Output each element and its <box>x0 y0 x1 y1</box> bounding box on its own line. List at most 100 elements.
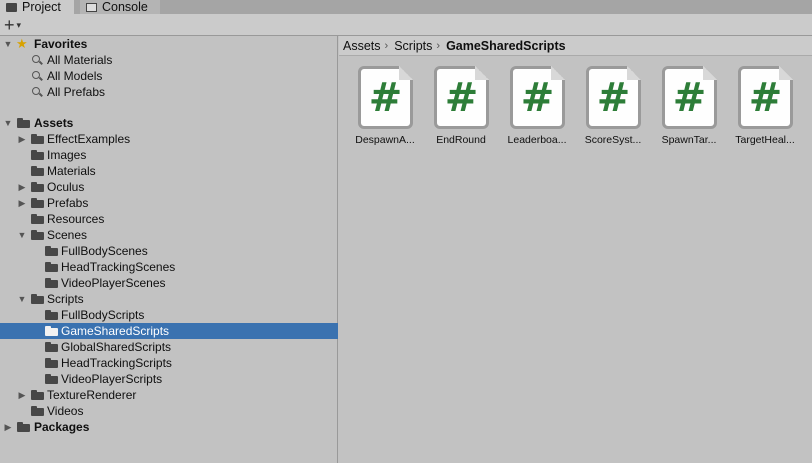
create-button[interactable]: + ▾ <box>4 15 34 35</box>
asset-item[interactable]: # ScoreSyst... <box>570 66 642 150</box>
project-tree: ▼ ★ Favorites All Materials All Models A… <box>0 36 338 463</box>
tree-item-prefabs[interactable]: ▶ Prefabs <box>0 195 338 211</box>
tree-label: VideoPlayerScenes <box>61 276 166 290</box>
tree-item-materials[interactable]: Materials <box>0 163 338 179</box>
tree-item-images[interactable]: Images <box>0 147 338 163</box>
tree-label: VideoPlayerScripts <box>61 372 163 386</box>
tree-label: Images <box>47 148 87 162</box>
tree-label: Resources <box>47 212 105 226</box>
tree-label: FullBodyScripts <box>61 308 145 322</box>
tree-item-resources[interactable]: Resources <box>0 211 338 227</box>
tree-label: HeadTrackingScripts <box>61 356 172 370</box>
folder-icon <box>45 310 58 320</box>
csharp-script-icon: # <box>738 66 793 129</box>
folder-open-icon <box>31 294 44 304</box>
tree-item-all-prefabs[interactable]: All Prefabs <box>0 84 338 100</box>
collapse-arrow-icon[interactable]: ▶ <box>17 134 27 144</box>
folder-icon <box>17 422 30 432</box>
folder-open-icon <box>17 118 30 128</box>
folder-icon <box>31 390 44 400</box>
tree-item-scenes[interactable]: ▼ Scenes <box>0 227 338 243</box>
tree-label: Materials <box>47 164 96 178</box>
tree-label: Oculus <box>47 180 85 194</box>
tree-item-effect-examples[interactable]: ▶ EffectExamples <box>0 131 338 147</box>
asset-item[interactable]: # EndRound <box>418 66 490 150</box>
asset-name: TargetHeal... <box>735 134 795 146</box>
plus-icon: + <box>4 14 15 35</box>
expand-arrow-icon[interactable]: ▼ <box>3 39 13 49</box>
tree-item-assets[interactable]: ▼ Assets <box>0 115 338 131</box>
tree-item-oculus[interactable]: ▶ Oculus <box>0 179 338 195</box>
collapse-arrow-icon[interactable]: ▶ <box>17 198 27 208</box>
project-toolbar: + ▾ <box>0 14 812 36</box>
search-icon <box>32 87 42 97</box>
folder-icon <box>45 278 58 288</box>
asset-item[interactable]: # DespawnA... <box>342 66 415 150</box>
tree-item-videos[interactable]: Videos <box>0 403 338 419</box>
expand-arrow-icon[interactable]: ▼ <box>17 230 27 240</box>
folder-icon <box>31 198 44 208</box>
chevron-right-icon: › <box>436 39 441 52</box>
collapse-arrow-icon[interactable]: ▶ <box>17 390 27 400</box>
asset-name: EndRound <box>436 134 486 146</box>
breadcrumb-assets[interactable]: Assets <box>343 39 381 53</box>
breadcrumb-game-shared-scripts[interactable]: GameSharedScripts <box>446 39 566 53</box>
folder-icon <box>45 374 58 384</box>
asset-name: SpawnTar... <box>661 134 717 146</box>
collapse-arrow-icon[interactable]: ▶ <box>17 182 27 192</box>
tree-label: FullBodyScenes <box>61 244 148 258</box>
tree-label: GameSharedScripts <box>61 324 170 338</box>
asset-browser: Assets › Scripts › GameSharedScripts # D… <box>339 36 812 463</box>
tree-item-packages[interactable]: ▶ Packages <box>0 419 338 435</box>
tab-project-label: Project <box>22 0 61 14</box>
tree-item-full-body-scripts[interactable]: FullBodyScripts <box>0 307 338 323</box>
asset-item[interactable]: # SpawnTar... <box>646 66 718 150</box>
tab-project[interactable]: Project <box>0 0 74 14</box>
tree-label: Videos <box>47 404 84 418</box>
tree-label: All Materials <box>47 53 113 67</box>
folder-icon <box>45 326 58 336</box>
breadcrumb-scripts[interactable]: Scripts <box>394 39 432 53</box>
asset-name: DespawnA... <box>355 134 415 146</box>
asset-item[interactable]: # TargetHeal... <box>722 66 795 150</box>
tree-label: GlobalSharedScripts <box>61 340 172 354</box>
folder-icon <box>31 166 44 176</box>
tree-item-game-shared-scripts[interactable]: GameSharedScripts <box>0 323 338 339</box>
tree-item-full-body-scenes[interactable]: FullBodyScenes <box>0 243 338 259</box>
search-icon <box>32 55 42 65</box>
tree-item-scripts[interactable]: ▼ Scripts <box>0 291 338 307</box>
expand-arrow-icon[interactable]: ▼ <box>17 294 27 304</box>
tree-item-global-shared-scripts[interactable]: GlobalSharedScripts <box>0 339 338 355</box>
tree-item-video-player-scripts[interactable]: VideoPlayerScripts <box>0 371 338 387</box>
csharp-script-icon: # <box>662 66 717 129</box>
tree-item-video-player-scenes[interactable]: VideoPlayerScenes <box>0 275 338 291</box>
tree-label: All Models <box>47 69 103 83</box>
tab-console[interactable]: Console <box>80 0 160 14</box>
folder-icon <box>45 342 58 352</box>
tree-item-favorites[interactable]: ▼ ★ Favorites <box>0 36 338 52</box>
dropdown-arrow-icon: ▾ <box>16 19 22 30</box>
expand-arrow-icon[interactable]: ▼ <box>3 118 13 128</box>
asset-item[interactable]: # Leaderboa... <box>494 66 566 150</box>
tree-label: Prefabs <box>47 196 89 210</box>
tree-item-head-tracking-scripts[interactable]: HeadTrackingScripts <box>0 355 338 371</box>
folder-icon <box>45 262 58 272</box>
tree-label: Scripts <box>47 292 84 306</box>
csharp-script-icon: # <box>434 66 489 129</box>
tree-label: HeadTrackingScenes <box>61 260 176 274</box>
folder-icon <box>31 214 44 224</box>
collapse-arrow-icon[interactable]: ▶ <box>3 422 13 432</box>
csharp-script-icon: # <box>358 66 413 129</box>
tree-item-head-tracking-scenes[interactable]: HeadTrackingScenes <box>0 259 338 275</box>
tree-label: Favorites <box>34 37 88 51</box>
tree-item-texture-renderer[interactable]: ▶ TextureRenderer <box>0 387 338 403</box>
csharp-script-icon: # <box>510 66 565 129</box>
tree-item-all-materials[interactable]: All Materials <box>0 52 338 68</box>
folder-icon <box>31 406 44 416</box>
console-icon <box>86 2 97 12</box>
folder-open-icon <box>31 230 44 240</box>
folder-icon <box>31 150 44 160</box>
folder-icon <box>31 134 44 144</box>
tree-item-all-models[interactable]: All Models <box>0 68 338 84</box>
folder-icon <box>45 358 58 368</box>
